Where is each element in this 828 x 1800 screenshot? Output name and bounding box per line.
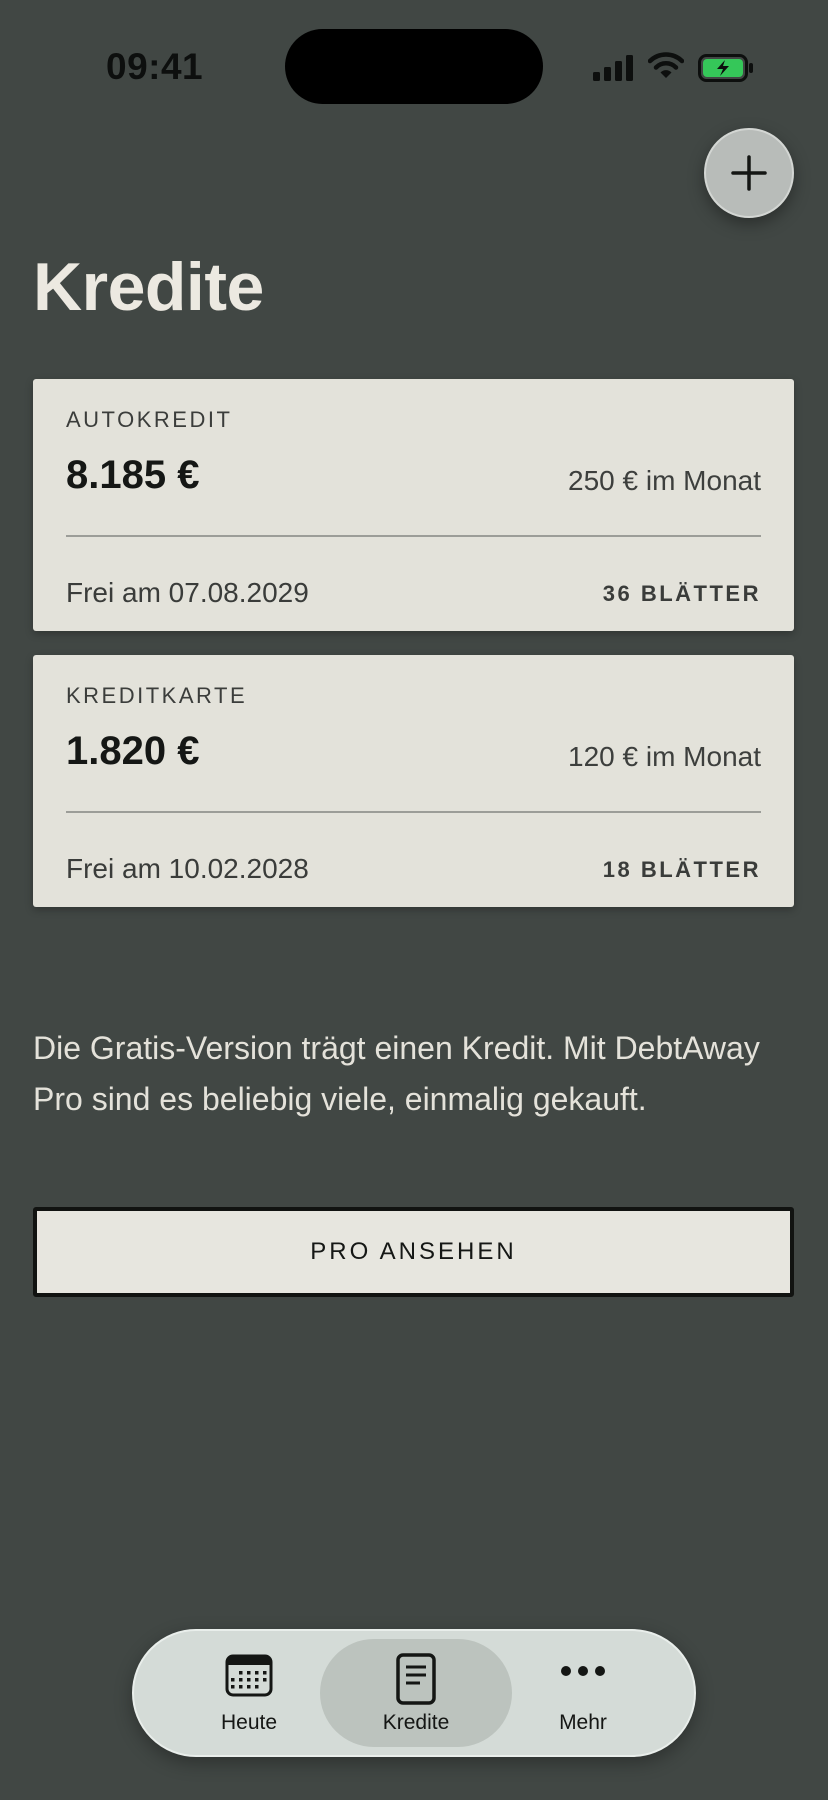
page-title: Kredite <box>33 249 264 325</box>
view-pro-button[interactable]: PRO ANSEHEN <box>33 1207 794 1297</box>
loan-name: AUTOKREDIT <box>66 407 233 432</box>
calendar-icon <box>225 1654 273 1697</box>
tab-kredite[interactable]: Kredite <box>320 1639 512 1747</box>
dynamic-island <box>285 29 543 104</box>
loan-balance: 1.820 € <box>66 729 200 773</box>
loan-balance: 8.185 € <box>66 453 200 497</box>
tab-bar: Heute Kredite Mehr <box>132 1629 696 1757</box>
loan-monthly-payment: 120 € im Monat <box>568 741 761 772</box>
loan-monthly-payment: 250 € im Monat <box>568 465 761 496</box>
plus-icon <box>731 155 767 191</box>
tab-label: Kredite <box>382 1711 450 1734</box>
tab-mehr[interactable]: Mehr <box>508 1639 658 1747</box>
loan-payoff-date: Frei am 10.02.2028 <box>66 853 309 884</box>
tab-label: Mehr <box>559 1711 607 1734</box>
document-icon <box>396 1653 436 1705</box>
status-time: 09:41 <box>106 46 204 87</box>
loan-card-autokredit[interactable]: AUTOKREDIT 8.185 € 250 € im Monat Frei a… <box>33 379 794 631</box>
more-icon <box>561 1666 605 1676</box>
loan-sheets-count: 36 BLÄTTER <box>602 581 761 606</box>
loan-name: KREDITKARTE <box>66 683 248 708</box>
loan-sheets-count: 18 BLÄTTER <box>602 857 761 882</box>
add-loan-button[interactable] <box>704 128 794 218</box>
card-divider <box>66 811 761 813</box>
free-version-info: Die Gratis-Version trägt einen Kredit. M… <box>33 1030 760 1117</box>
tab-label: Heute <box>220 1711 278 1734</box>
battery-charging-icon <box>698 54 753 82</box>
loan-card-kreditkarte[interactable]: KREDITKARTE 1.820 € 120 € im Monat Frei … <box>33 655 794 907</box>
card-divider <box>66 535 761 537</box>
cellular-signal-icon <box>593 55 633 81</box>
wifi-icon <box>648 52 684 78</box>
status-bar: 09:41 <box>0 0 828 130</box>
tab-heute[interactable]: Heute <box>174 1639 324 1747</box>
loan-payoff-date: Frei am 07.08.2029 <box>66 577 309 608</box>
